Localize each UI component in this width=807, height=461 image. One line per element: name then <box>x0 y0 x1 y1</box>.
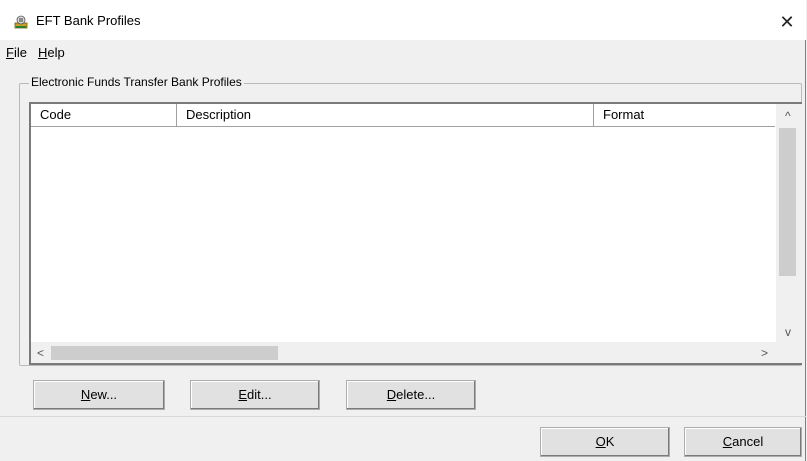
close-icon: ✕ <box>779 12 795 32</box>
list-header: Code Description Format <box>31 104 775 127</box>
horizontal-scroll-thumb[interactable] <box>51 346 278 360</box>
ok-button[interactable]: OK <box>540 427 670 457</box>
scroll-left-icon[interactable]: < <box>37 347 44 359</box>
scroll-up-icon[interactable]: ^ <box>785 110 791 122</box>
vertical-scroll-thumb[interactable] <box>779 128 796 276</box>
edit-button[interactable]: Edit... <box>190 380 320 410</box>
column-header-description[interactable]: Description <box>177 104 593 126</box>
eft-bank-profiles-window: EFT Bank Profiles ✕ File Help Electronic… <box>0 0 806 461</box>
cancel-button[interactable]: Cancel <box>684 427 802 457</box>
column-header-format[interactable]: Format <box>594 104 775 126</box>
new-button[interactable]: New... <box>33 380 165 410</box>
footer-divider <box>0 416 806 417</box>
menu-bar: File Help <box>0 43 806 63</box>
group-label: Electronic Funds Transfer Bank Profiles <box>29 75 244 89</box>
bank-profile-icon <box>14 15 28 29</box>
menu-file[interactable]: File <box>6 45 27 60</box>
horizontal-scrollbar[interactable]: < > <box>31 342 802 363</box>
menu-help[interactable]: Help <box>38 45 65 60</box>
vertical-scrollbar[interactable]: ^ v <box>776 104 802 342</box>
delete-button[interactable]: Delete... <box>346 380 476 410</box>
scroll-down-icon[interactable]: v <box>785 326 791 338</box>
title-bar[interactable]: EFT Bank Profiles ✕ <box>0 0 806 40</box>
column-header-code[interactable]: Code <box>31 104 176 126</box>
scroll-right-icon[interactable]: > <box>761 347 768 359</box>
close-button[interactable]: ✕ <box>768 8 806 36</box>
bank-profiles-list[interactable]: Code Description Format ^ v < > <box>29 102 802 365</box>
window-title: EFT Bank Profiles <box>36 13 141 28</box>
